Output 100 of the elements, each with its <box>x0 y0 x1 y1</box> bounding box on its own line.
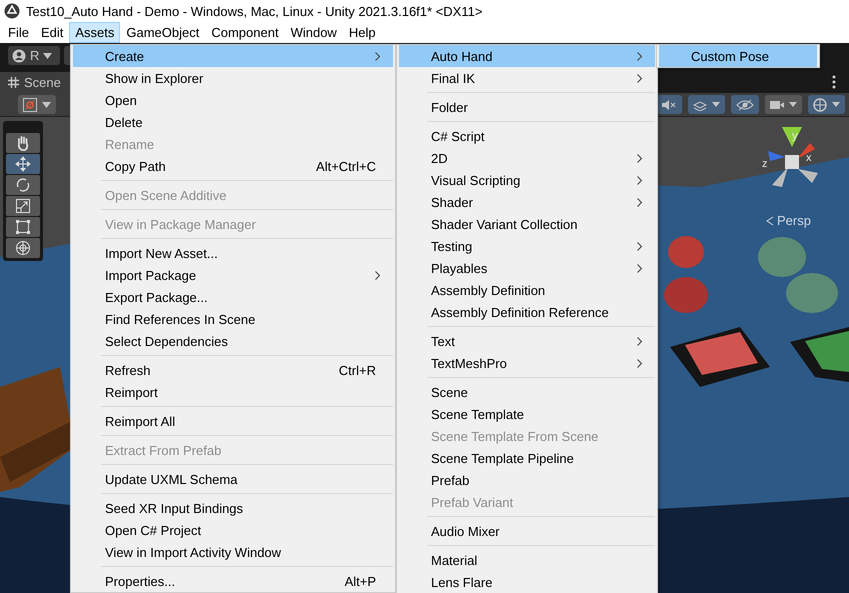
menu-item[interactable]: Refresh Ctrl+R <box>73 359 393 381</box>
menu-item[interactable]: Lens Flare <box>399 571 655 593</box>
transform-tool[interactable] <box>6 238 40 258</box>
menu-item[interactable]: Material <box>399 549 655 571</box>
menu-item[interactable]: Scene Template Pipeline <box>399 447 655 469</box>
menu-bar-item[interactable]: File <box>2 22 35 43</box>
menu-item[interactable]: Final IK <box>399 67 655 89</box>
menu-item[interactable]: Create <box>73 45 393 67</box>
rotate-icon <box>15 177 31 193</box>
menu-item-label: Delete <box>105 114 144 130</box>
speaker-muted-icon <box>661 98 677 110</box>
account-dropdown[interactable]: R <box>8 46 60 65</box>
menu-item-label: Assembly Definition <box>431 282 546 298</box>
menu-item[interactable]: Assembly Definition <box>399 279 655 301</box>
menu-bar-item[interactable]: Window <box>284 22 343 43</box>
menu-item[interactable]: Open <box>73 89 393 111</box>
menu-item-label: Assembly Definition Reference <box>431 304 610 320</box>
menu-item[interactable]: Assembly Definition Reference <box>399 301 655 323</box>
menu-item[interactable]: Properties... Alt+P <box>73 570 393 592</box>
menu-item[interactable]: Seed XR Input Bindings <box>73 497 393 519</box>
menu-item-label: Final IK <box>431 70 476 86</box>
menu-bar-item[interactable]: Component <box>205 22 285 43</box>
effects-toggle[interactable] <box>688 95 725 114</box>
camera-toggle[interactable] <box>765 95 802 114</box>
menu-item[interactable]: Show in Explorer <box>73 67 393 89</box>
menu-item[interactable]: Delete <box>73 111 393 133</box>
menu-item[interactable]: Reimport <box>73 381 393 403</box>
menu-item-label: C# Script <box>431 128 486 144</box>
gizmos-toggle[interactable] <box>808 95 845 114</box>
gizmo-tool-dropdown[interactable] <box>18 95 56 114</box>
menu-item-label: Scene Template Pipeline <box>431 450 575 466</box>
menu-item[interactable]: Open C# Project <box>73 519 393 541</box>
caret-icon <box>789 102 797 107</box>
menu-item[interactable]: Shader Variant Collection <box>399 213 655 235</box>
menu-item-label: 2D <box>431 150 449 166</box>
shortcut-label: Alt+P <box>344 574 376 588</box>
menu-item[interactable]: C# Script <box>399 125 655 147</box>
menu-item-label: Prefab Variant <box>431 494 514 510</box>
menu-bar-item[interactable]: Edit <box>34 22 70 43</box>
camera-icon <box>770 98 784 110</box>
menu-item[interactable]: Find References In Scene <box>73 308 393 330</box>
menu-item[interactable]: Select Dependencies <box>73 330 393 352</box>
menu-item[interactable]: Custom Pose <box>659 45 817 67</box>
menu-item[interactable]: TextMeshPro <box>399 352 655 374</box>
menu-item[interactable]: Scene Template <box>399 403 655 425</box>
menu-item[interactable]: 2D <box>399 147 655 169</box>
menu-item[interactable]: Text <box>399 330 655 352</box>
transform-icon <box>15 240 31 256</box>
menu-item[interactable]: Testing <box>399 235 655 257</box>
menu-item-label: Scene Template From Scene <box>431 428 600 444</box>
menu-item[interactable]: Update UXML Schema <box>73 468 393 490</box>
hand-tool[interactable] <box>6 133 40 153</box>
menu-item-label: Find References In Scene <box>105 312 256 326</box>
menu-item[interactable]: Auto Hand <box>399 45 655 67</box>
projection-toggle[interactable]: Persp <box>766 213 811 228</box>
menu-item-label: Scene Template <box>431 406 525 422</box>
menu-item[interactable]: Scene <box>399 381 655 403</box>
menu-item-label: Visual Scripting <box>431 172 522 188</box>
globe-icon <box>813 98 827 112</box>
menu-bar-item[interactable]: Assets <box>69 22 120 43</box>
shortcut-label: Alt+Ctrl+C <box>316 158 376 174</box>
menu-bar-item[interactable]: GameObject <box>120 22 206 43</box>
move-tool[interactable] <box>6 154 40 174</box>
rect-tool[interactable] <box>6 217 40 237</box>
shortcut-label: Ctrl+R <box>338 362 376 378</box>
menu-item-label: Open <box>105 92 138 108</box>
menu-item[interactable]: Import Package <box>73 264 393 286</box>
scene-tab[interactable]: Scene <box>0 72 71 93</box>
more-options-icon[interactable] <box>832 75 836 89</box>
menu-item[interactable]: Audio Mixer <box>399 520 655 542</box>
menu-item-label: Prefab <box>431 472 470 488</box>
menu-item[interactable]: Reimport All <box>73 410 393 432</box>
menu-item-label: Create <box>105 48 146 64</box>
menu-item-label: Export Package... <box>105 290 209 304</box>
menu-item[interactable]: Export Package... <box>73 286 393 308</box>
menu-item-label: TextMeshPro <box>431 356 508 370</box>
menu-item-label: Import New Asset... <box>105 246 219 260</box>
menu-bar-item[interactable]: Help <box>342 22 382 43</box>
eye-slash-icon <box>736 98 754 110</box>
menu-item-label: View in Package Manager <box>105 216 257 232</box>
window-title: Test10_Auto Hand - Demo - Windows, Mac, Linux - Unity 2021.3.16f1* <DX11> <box>26 4 482 18</box>
rotate-tool[interactable] <box>6 175 40 195</box>
scale-tool[interactable] <box>6 196 40 216</box>
caret-icon <box>43 52 52 58</box>
visibility-toggle[interactable] <box>731 95 759 114</box>
menu-item[interactable]: Visual Scripting <box>399 169 655 191</box>
menu-item[interactable]: Playables <box>399 257 655 279</box>
menu-item[interactable]: Prefab <box>399 469 655 491</box>
menu-item[interactable]: Import New Asset... <box>73 242 393 264</box>
menu-item-label: Playables <box>431 260 488 276</box>
gizmo-icon <box>23 98 37 112</box>
orientation-gizmo[interactable] <box>768 127 818 187</box>
menu-item[interactable]: Shader <box>399 191 655 213</box>
menu-item[interactable]: View in Import Activity Window <box>73 541 393 563</box>
menu-item-label: Select Dependencies <box>105 334 229 348</box>
grid-icon <box>8 77 19 88</box>
axis-label: z <box>762 158 768 170</box>
menu-item[interactable]: Copy Path Alt+Ctrl+C <box>73 155 393 177</box>
menu-item[interactable]: Folder <box>399 96 655 118</box>
audio-toggle[interactable] <box>656 95 682 114</box>
